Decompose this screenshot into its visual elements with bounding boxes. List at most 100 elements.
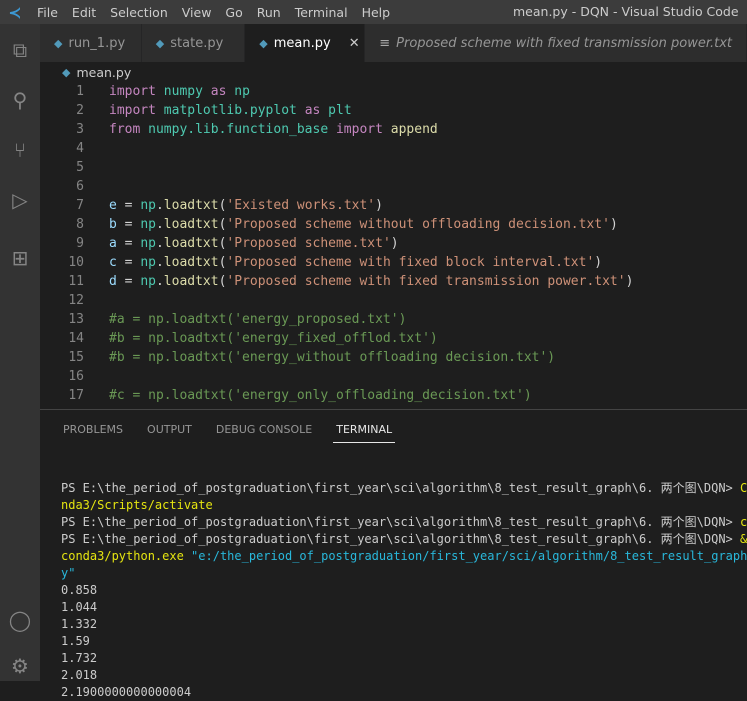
code-token: 'Proposed scheme with fixed block interv…	[226, 255, 595, 270]
python-file-icon: ◆	[155, 36, 165, 50]
terminal-line: PS E:\the_period_of_postgraduation\first…	[61, 531, 747, 548]
terminal-output[interactable]: PS E:\the_period_of_postgraduation\first…	[61, 463, 747, 701]
menu-terminal[interactable]: Terminal	[288, 5, 355, 20]
code-token: as	[304, 103, 329, 118]
terminal-line: 1.732	[61, 650, 747, 667]
line-number: 8	[76, 217, 84, 232]
tab-state-py[interactable]: ◆ state.py	[141, 24, 246, 62]
code-token: 'Proposed scheme without offloading deci…	[226, 217, 610, 232]
menu-go[interactable]: Go	[218, 5, 249, 20]
breadcrumb[interactable]: ◆ mean.py	[40, 62, 131, 82]
menu-edit[interactable]: Edit	[65, 5, 103, 20]
code-line[interactable]: 14 #b = np.loadtxt('energy_fixed_offlod.t…	[40, 329, 747, 348]
menu-file[interactable]: File	[30, 5, 65, 20]
settings-icon[interactable]: ⚙	[0, 646, 40, 686]
code-token: loadtxt	[163, 236, 219, 251]
code-editor[interactable]: 1 import numpy as np 2 import matplotlib.py…	[40, 82, 747, 408]
code-token: numpy.lib.function_base	[148, 122, 336, 137]
code-line[interactable]: 16	[40, 367, 747, 386]
line-number: 5	[76, 160, 84, 175]
code-line[interactable]: 11 d = np.loadtxt('Proposed scheme with f…	[40, 272, 747, 291]
code-token: numpy	[163, 84, 211, 99]
extensions-icon[interactable]: ⊞	[0, 238, 40, 278]
window-title: mean.py - DQN - Visual Studio Code	[513, 4, 739, 19]
line-number: 1	[76, 84, 84, 99]
terminal-line: nda3/Scripts/activate	[61, 497, 747, 514]
terminal-text: nda3/Scripts/activate	[61, 498, 213, 512]
terminal-line: 2.018	[61, 667, 747, 684]
code-line[interactable]: 10 c = np.loadtxt('Proposed scheme with f…	[40, 253, 747, 272]
tab-label: run_1.py	[68, 35, 126, 51]
code-line[interactable]: 1 import numpy as np	[40, 82, 747, 101]
code-line[interactable]: 2 import matplotlib.pyplot as plt	[40, 101, 747, 120]
code-line[interactable]: 9a = np.loadtxt('Proposed scheme.txt')	[40, 234, 747, 253]
title-bar: ≺ File Edit Selection View Go Run Termin…	[0, 0, 747, 24]
code-token: =	[124, 274, 141, 289]
vscode-logo-icon: ≺	[8, 2, 22, 22]
code-token: 'Proposed scheme with fixed transmission…	[226, 274, 626, 289]
code-text: from numpy.lib.function_base import appe…	[84, 120, 438, 139]
bottom-panel: Problems Output Debug Console Terminal P…	[40, 409, 747, 699]
explorer-icon[interactable]: ⧉	[0, 30, 40, 70]
code-token: np	[140, 255, 156, 270]
tab-label: Proposed scheme with fixed transmission …	[396, 35, 732, 51]
account-icon[interactable]: ◯	[0, 600, 40, 640]
terminal-text: conda3/python.exe	[61, 549, 192, 563]
menu-view[interactable]: View	[175, 5, 219, 20]
code-token: #a = np.loadtxt('energy_proposed.txt')	[109, 312, 407, 327]
code-text: #a = np.loadtxt('energy_proposed.txt')	[84, 310, 406, 329]
terminal-text: 1.59	[61, 634, 90, 648]
code-token: np	[140, 198, 156, 213]
menu-run[interactable]: Run	[250, 5, 288, 20]
code-token: .	[155, 255, 164, 270]
tab-mean-py[interactable]: ◆ mean.py ✕	[245, 24, 366, 62]
code-line[interactable]: 15 #b = np.loadtxt('energy_without offloa…	[40, 348, 747, 367]
python-file-icon: ◆	[54, 36, 63, 50]
code-line[interactable]: 6	[40, 177, 747, 196]
code-token: )	[625, 274, 634, 289]
tab-proposed-scheme-txt[interactable]: ≡ Proposed scheme with fixed transmission…	[365, 24, 747, 62]
code-text: import numpy as np	[84, 82, 250, 101]
code-token: import	[109, 84, 164, 99]
terminal-text: C:/	[740, 481, 747, 495]
code-line[interactable]: 8b = np.loadtxt('Proposed scheme without…	[40, 215, 747, 234]
code-token: =	[124, 255, 141, 270]
close-icon[interactable]: ✕	[349, 36, 360, 51]
line-number: 6	[76, 179, 84, 194]
code-line[interactable]: 5	[40, 158, 747, 177]
panel-tab-output[interactable]: Output	[147, 410, 192, 450]
code-token: )	[375, 198, 383, 213]
code-line[interactable]: 3 from numpy.lib.function_base import app…	[40, 120, 747, 139]
panel-tab-terminal[interactable]: Terminal	[333, 410, 396, 450]
code-line[interactable]: 17 #c = np.loadtxt('energy_only_offloadin…	[40, 386, 747, 405]
terminal-text: y"	[61, 566, 76, 580]
code-line[interactable]: 13 #a = np.loadtxt('energy_proposed.txt')	[40, 310, 747, 329]
source-control-icon[interactable]: ⑂	[0, 130, 40, 170]
code-token: =	[124, 198, 141, 213]
code-token: .	[155, 236, 164, 251]
tab-run-1-py[interactable]: ◆ run_1.py	[40, 24, 142, 62]
terminal-line: 1.044	[61, 599, 747, 616]
code-token: plt	[328, 103, 352, 118]
code-token: =	[124, 217, 141, 232]
terminal-line: PS E:\the_period_of_postgraduation\first…	[61, 514, 747, 531]
code-token: np	[140, 217, 156, 232]
terminal-text: & C	[740, 532, 747, 546]
code-line[interactable]: 12	[40, 291, 747, 310]
menu-selection[interactable]: Selection	[103, 5, 175, 20]
menu-help[interactable]: Help	[355, 5, 398, 20]
line-number: 7	[76, 198, 84, 213]
panel-tab-problems[interactable]: Problems	[63, 410, 123, 450]
code-text: #b = np.loadtxt('energy_without offloadi…	[84, 348, 555, 367]
code-token: .	[155, 217, 164, 232]
run-debug-icon[interactable]: ▷	[0, 180, 40, 220]
panel-tab-debug-console[interactable]: Debug Console	[216, 410, 312, 450]
terminal-text: 0.858	[61, 583, 98, 597]
code-line[interactable]: 7e = np.loadtxt('Existed works.txt')	[40, 196, 747, 215]
code-token: append	[390, 122, 438, 137]
search-icon[interactable]: ⚲	[0, 80, 40, 120]
terminal-text: 2.1900000000000004	[61, 685, 192, 699]
code-line[interactable]: 4	[40, 139, 747, 158]
